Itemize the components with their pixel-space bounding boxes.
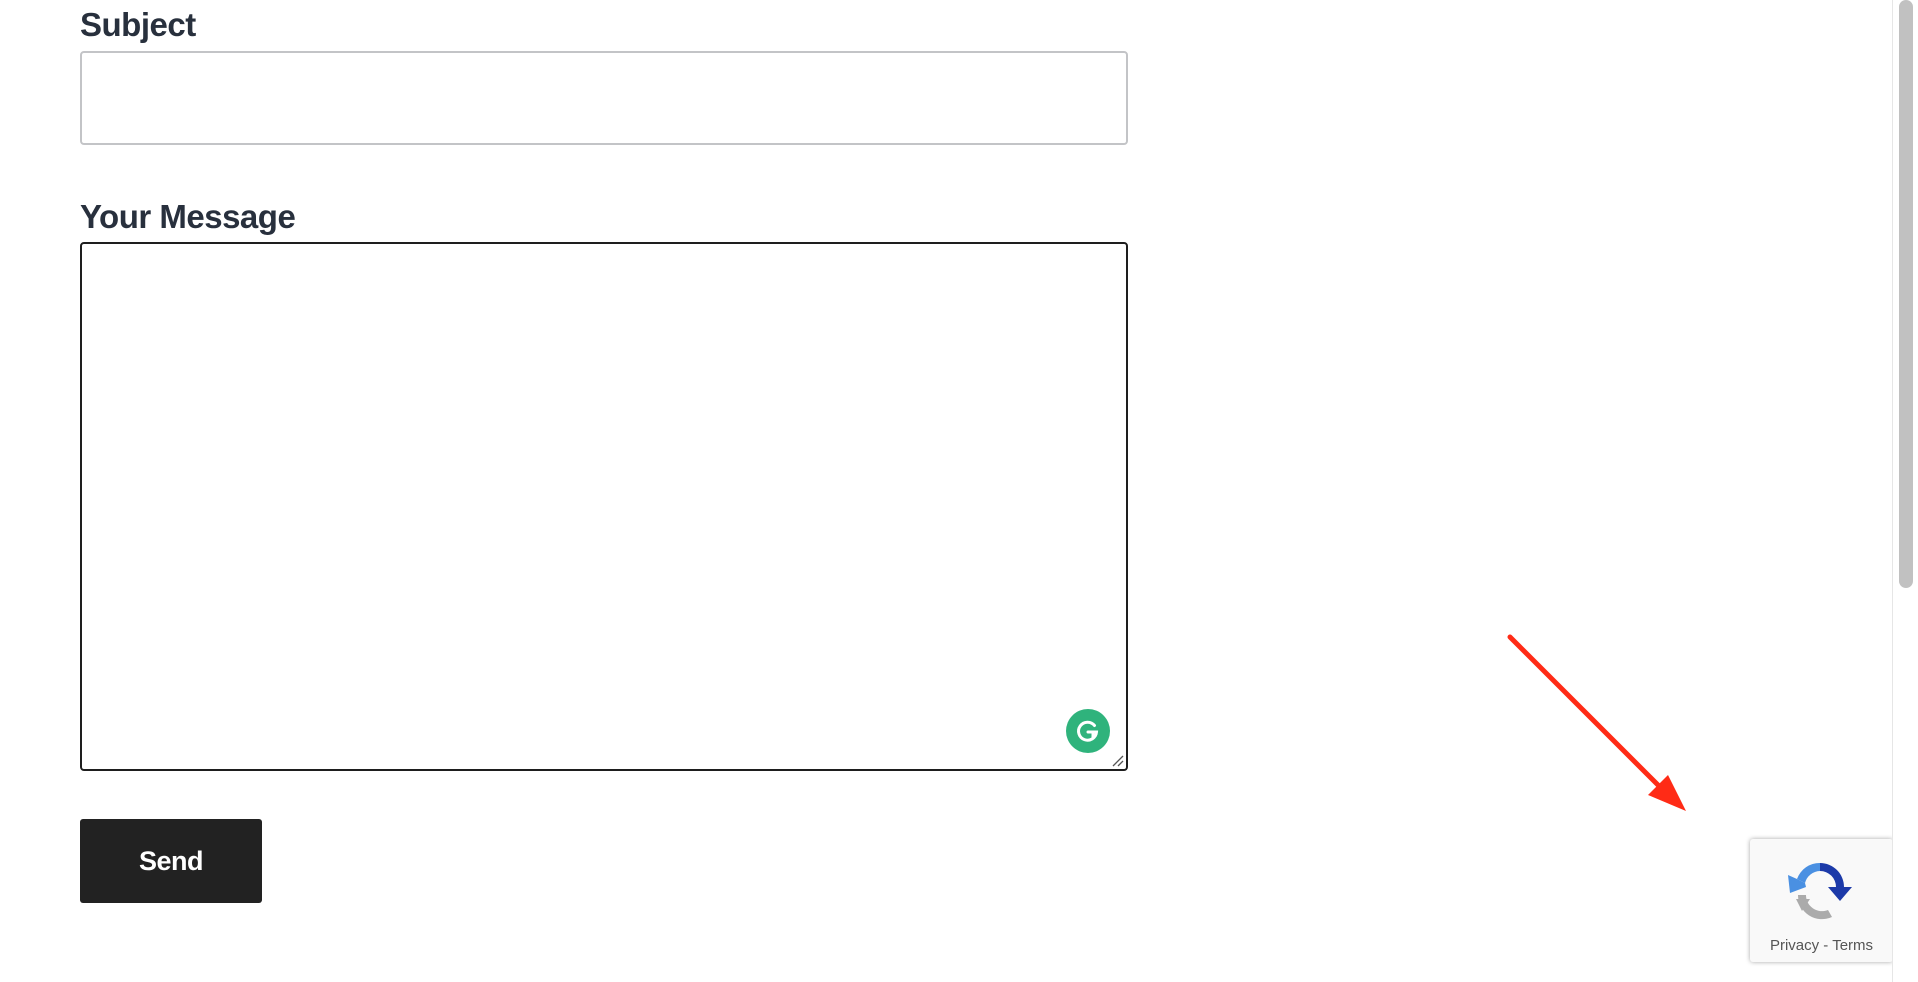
send-button[interactable]: Send bbox=[80, 819, 262, 903]
grammarly-g-icon bbox=[1077, 720, 1099, 742]
links-separator: - bbox=[1819, 937, 1833, 954]
recaptcha-badge: Privacy - Terms bbox=[1750, 839, 1893, 962]
message-textarea[interactable] bbox=[82, 244, 1126, 769]
message-label: Your Message bbox=[80, 198, 296, 235]
message-field bbox=[80, 242, 1128, 771]
terms-link[interactable]: Terms bbox=[1832, 937, 1873, 954]
recaptcha-logo-icon bbox=[1788, 862, 1852, 920]
scrollbar-thumb[interactable] bbox=[1899, 0, 1913, 588]
subject-input[interactable] bbox=[80, 51, 1128, 145]
red-arrow-icon bbox=[1507, 634, 1686, 811]
subject-label: Subject bbox=[80, 6, 196, 43]
grammarly-icon[interactable] bbox=[1066, 709, 1110, 753]
resize-handle-icon[interactable] bbox=[1110, 753, 1124, 767]
scrollbar[interactable] bbox=[1892, 0, 1918, 982]
recaptcha-links: Privacy - Terms bbox=[1750, 937, 1893, 954]
privacy-link[interactable]: Privacy bbox=[1770, 937, 1819, 954]
